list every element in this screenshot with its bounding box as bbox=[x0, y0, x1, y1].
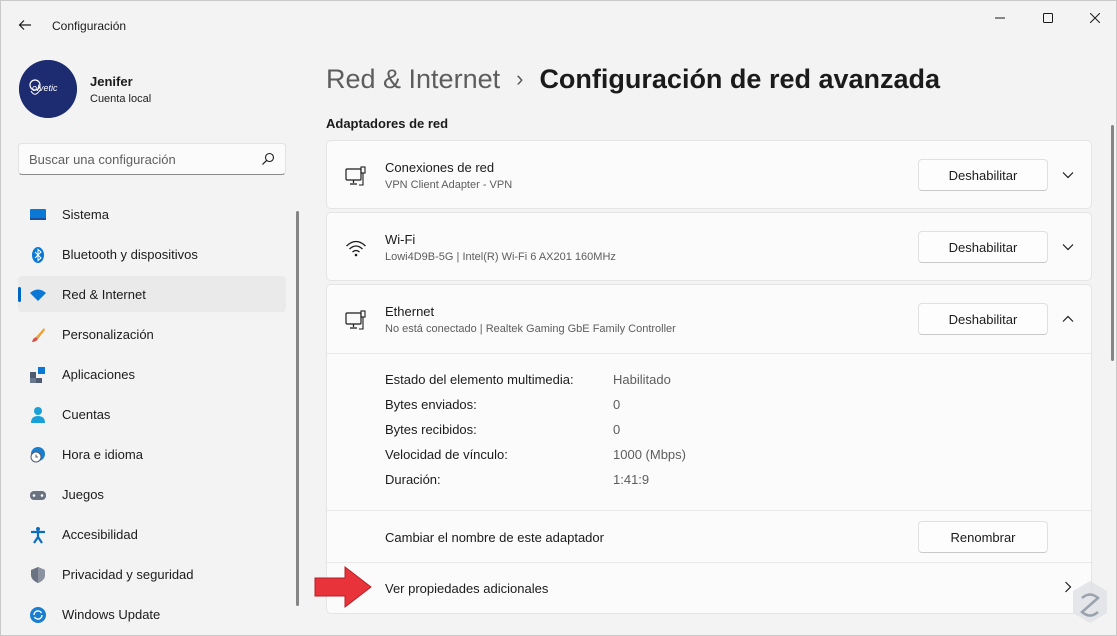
collapse-toggle[interactable] bbox=[1054, 305, 1082, 333]
wifi-signal-icon bbox=[346, 240, 366, 257]
apps-icon bbox=[30, 367, 45, 383]
maximize-button[interactable] bbox=[1025, 1, 1071, 35]
avatar-text: olvetic bbox=[32, 83, 58, 93]
sidebar-item-label: Red & Internet bbox=[62, 287, 146, 302]
accessibility-icon bbox=[31, 527, 45, 544]
sidebar-item-label: Windows Update bbox=[62, 607, 161, 622]
main-scrollbar[interactable] bbox=[1111, 125, 1114, 361]
sidebar-item-label: Hora e idioma bbox=[62, 447, 143, 462]
adapter-name: Ethernet bbox=[385, 304, 435, 319]
back-button[interactable] bbox=[13, 13, 37, 37]
disable-button[interactable]: Deshabilitar bbox=[918, 303, 1048, 335]
adapter-card-ethernet: Ethernet No está conectado | Realtek Gam… bbox=[326, 284, 1092, 614]
back-arrow-icon bbox=[18, 20, 31, 30]
sidebar-item-aplicaciones[interactable]: Aplicaciones bbox=[18, 356, 286, 392]
sidebar-item-label: Cuentas bbox=[62, 407, 111, 422]
more-properties-label: Ver propiedades adicionales bbox=[385, 581, 549, 596]
detail-label: Duración: bbox=[385, 472, 441, 487]
bluetooth-icon bbox=[32, 247, 44, 263]
search-input[interactable] bbox=[29, 150, 249, 168]
ethernet-details: Estado del elemento multimedia: Habilita… bbox=[327, 353, 1091, 509]
avatar: olvetic bbox=[19, 60, 77, 118]
rename-row: Cambiar el nombre de este adaptador Reno… bbox=[327, 510, 1091, 562]
shield-icon bbox=[31, 567, 45, 583]
search-box[interactable] bbox=[18, 143, 286, 175]
sidebar-item-label: Accesibilidad bbox=[62, 527, 138, 542]
page-title: Configuración de red avanzada bbox=[539, 63, 941, 94]
sidebar-item-cuentas[interactable]: Cuentas bbox=[18, 396, 286, 432]
account-type: Cuenta local bbox=[90, 93, 152, 105]
sidebar-item-accesibilidad[interactable]: Accesibilidad bbox=[18, 516, 286, 552]
adapter-description: Lowi4D9B-5G | Intel(R) Wi-Fi 6 AX201 160… bbox=[385, 251, 616, 263]
ethernet-monitor-icon bbox=[345, 310, 366, 330]
detail-label: Bytes enviados: bbox=[385, 397, 477, 412]
wifi-icon bbox=[30, 289, 46, 301]
monitor-icon bbox=[30, 209, 46, 220]
rename-label: Cambiar el nombre de este adaptador bbox=[385, 530, 604, 545]
detail-label: Estado del elemento multimedia: bbox=[385, 372, 574, 387]
detail-label: Bytes recibidos: bbox=[385, 422, 477, 437]
rename-button[interactable]: Renombrar bbox=[918, 521, 1048, 553]
annotation-arrow-icon bbox=[314, 565, 372, 609]
chevron-down-icon bbox=[1062, 172, 1074, 179]
chevron-up-icon bbox=[1062, 315, 1074, 322]
adapter-description: No está conectado | Realtek Gaming GbE F… bbox=[385, 323, 676, 335]
sidebar-item-label: Privacidad y seguridad bbox=[62, 567, 194, 582]
ethernet-monitor-icon bbox=[345, 166, 366, 186]
sidebar-item-windows-update[interactable]: Windows Update bbox=[18, 596, 286, 632]
brush-icon bbox=[32, 328, 45, 342]
sidebar-item-label: Sistema bbox=[62, 207, 109, 222]
sidebar-item-personalizacion[interactable]: Personalización bbox=[18, 316, 286, 352]
adapter-name: Wi-Fi bbox=[385, 232, 416, 247]
sidebar-item-sistema[interactable]: Sistema bbox=[18, 196, 286, 232]
adapter-name: Conexiones de red bbox=[385, 160, 495, 175]
globe-clock-icon bbox=[30, 447, 45, 463]
sidebar-item-juegos[interactable]: Juegos bbox=[18, 476, 286, 512]
sidebar-nav: Sistema Bluetooth y dispositivos Red & I… bbox=[18, 196, 286, 635]
adapter-card-conexiones: Conexiones de red VPN Client Adapter - V… bbox=[326, 140, 1092, 209]
disable-button[interactable]: Deshabilitar bbox=[918, 231, 1048, 263]
sidebar-scrollbar[interactable] bbox=[296, 211, 299, 606]
sidebar-item-hora-idioma[interactable]: Hora e idioma bbox=[18, 436, 286, 472]
detail-label: Velocidad de vínculo: bbox=[385, 447, 508, 462]
section-title: Adaptadores de red bbox=[326, 116, 449, 131]
breadcrumb-parent-link[interactable]: Red & Internet bbox=[326, 64, 500, 95]
gamepad-icon bbox=[30, 491, 46, 500]
sidebar-item-privacidad[interactable]: Privacidad y seguridad bbox=[18, 556, 286, 592]
detail-value: 1000 (Mbps) bbox=[613, 447, 686, 462]
user-name: Jenifer bbox=[90, 74, 133, 89]
expand-toggle[interactable] bbox=[1054, 233, 1082, 261]
detail-value: 0 bbox=[613, 422, 621, 437]
detail-value: Habilitado bbox=[613, 372, 671, 387]
settings-window: Configuración olvetic Jenifer Cuenta loc… bbox=[0, 0, 1117, 636]
title-bar: Configuración bbox=[1, 1, 1116, 49]
close-button[interactable] bbox=[1072, 1, 1116, 35]
app-title: Configuración bbox=[52, 19, 127, 33]
breadcrumb-separator: › bbox=[516, 66, 524, 91]
expand-toggle[interactable] bbox=[1054, 161, 1082, 189]
more-properties-row[interactable]: Ver propiedades adicionales bbox=[327, 562, 1091, 614]
detail-value: 0 bbox=[613, 397, 621, 412]
adapter-description: VPN Client Adapter - VPN bbox=[385, 179, 513, 191]
watermark-logo-icon bbox=[1073, 581, 1107, 623]
minimize-icon bbox=[995, 17, 1005, 19]
sidebar-item-red-internet[interactable]: Red & Internet bbox=[18, 276, 286, 312]
person-icon bbox=[31, 407, 45, 423]
sidebar-item-label: Aplicaciones bbox=[62, 367, 135, 382]
sidebar-item-bluetooth[interactable]: Bluetooth y dispositivos bbox=[18, 236, 286, 272]
disable-button[interactable]: Deshabilitar bbox=[918, 159, 1048, 191]
search-icon[interactable] bbox=[261, 152, 275, 166]
close-icon bbox=[1090, 13, 1100, 23]
detail-value: 1:41:9 bbox=[613, 472, 650, 487]
breadcrumb: Red & Internet › Configuración de red av… bbox=[326, 61, 940, 97]
chevron-down-icon bbox=[1062, 244, 1074, 251]
sidebar-item-label: Personalización bbox=[62, 327, 154, 342]
minimize-button[interactable] bbox=[977, 1, 1023, 35]
sidebar-item-label: Bluetooth y dispositivos bbox=[62, 247, 198, 262]
user-profile[interactable]: olvetic Jenifer Cuenta local bbox=[19, 60, 279, 120]
update-icon bbox=[30, 607, 46, 623]
adapter-card-wifi: Wi-Fi Lowi4D9B-5G | Intel(R) Wi-Fi 6 AX2… bbox=[326, 212, 1092, 281]
maximize-icon bbox=[1043, 13, 1053, 23]
sidebar-item-label: Juegos bbox=[62, 487, 104, 502]
